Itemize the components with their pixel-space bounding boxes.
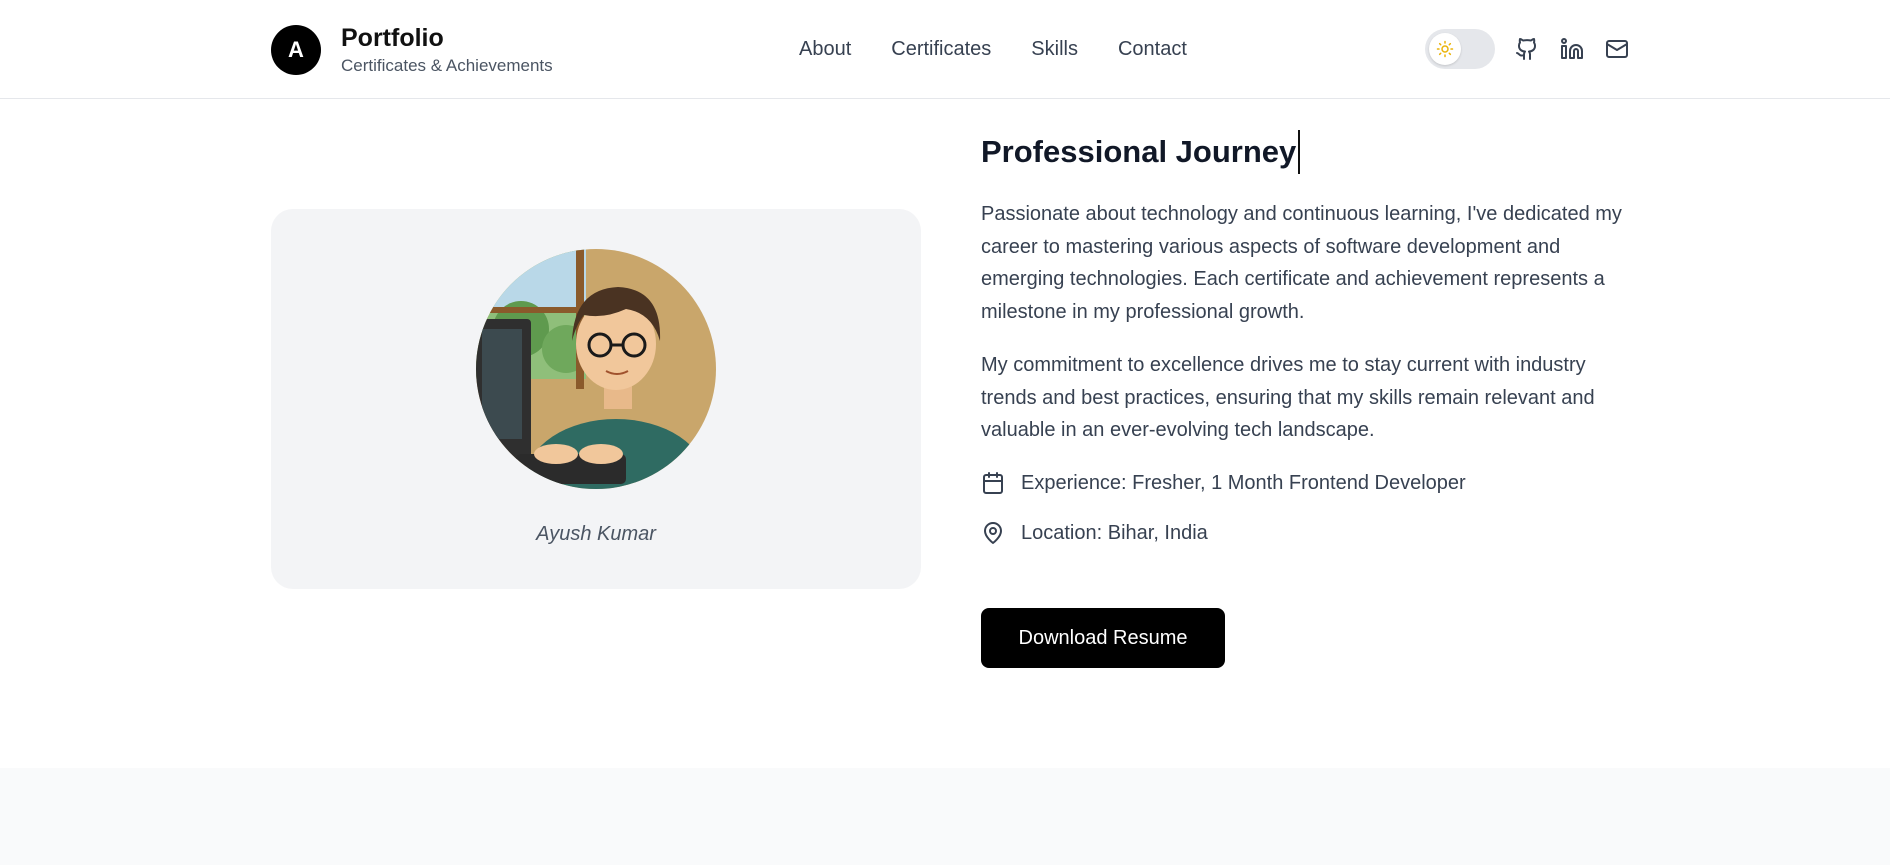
location-row: Location: Bihar, India xyxy=(981,518,1208,548)
sun-icon xyxy=(1436,40,1454,58)
email-link[interactable] xyxy=(1604,36,1630,62)
next-section-band xyxy=(0,768,1890,865)
download-resume-button[interactable]: Download Resume xyxy=(981,608,1225,668)
logo-avatar[interactable]: A xyxy=(271,25,321,75)
main-nav: About Certificates Skills Contact xyxy=(799,38,1187,61)
about-paragraph-2: My commitment to excellence drives me to… xyxy=(981,354,1595,441)
brand-text: Portfolio Certificates & Achievements xyxy=(341,24,553,76)
github-link[interactable] xyxy=(1514,36,1540,62)
toggle-knob xyxy=(1429,33,1461,65)
nav-certificates[interactable]: Certificates xyxy=(891,38,991,61)
linkedin-link[interactable] xyxy=(1559,36,1585,62)
nav-about[interactable]: About xyxy=(799,38,851,61)
profile-card: Ayush Kumar xyxy=(271,209,921,589)
section-title: Professional Journey xyxy=(981,130,1301,174)
site-header: A Portfolio Certificates & Achievements … xyxy=(0,0,1890,99)
mail-icon xyxy=(1606,40,1628,58)
linkedin-icon xyxy=(1561,38,1583,59)
profile-name: Ayush Kumar xyxy=(536,523,656,545)
location-text: Location: Bihar, India xyxy=(1021,521,1208,544)
nav-skills[interactable]: Skills xyxy=(1031,38,1078,61)
theme-toggle[interactable] xyxy=(1425,29,1495,69)
map-pin-icon xyxy=(984,522,1002,544)
profile-avatar xyxy=(476,249,716,489)
brand-subtitle: Certificates & Achievements xyxy=(341,56,553,75)
experience-row: Experience: Fresher, 1 Month Frontend De… xyxy=(981,468,1466,498)
brand[interactable]: A Portfolio Certificates & Achievements xyxy=(271,24,553,76)
nav-contact[interactable]: Contact xyxy=(1118,38,1187,61)
calendar-icon xyxy=(983,472,1003,494)
github-icon xyxy=(1516,38,1537,60)
about-section: Professional Journey Passionate about te… xyxy=(981,130,1631,668)
about-paragraph-1: Passionate about technology and continuo… xyxy=(981,203,1622,323)
brand-title: Portfolio xyxy=(341,24,444,52)
experience-text: Experience: Fresher, 1 Month Frontend De… xyxy=(1021,471,1466,494)
